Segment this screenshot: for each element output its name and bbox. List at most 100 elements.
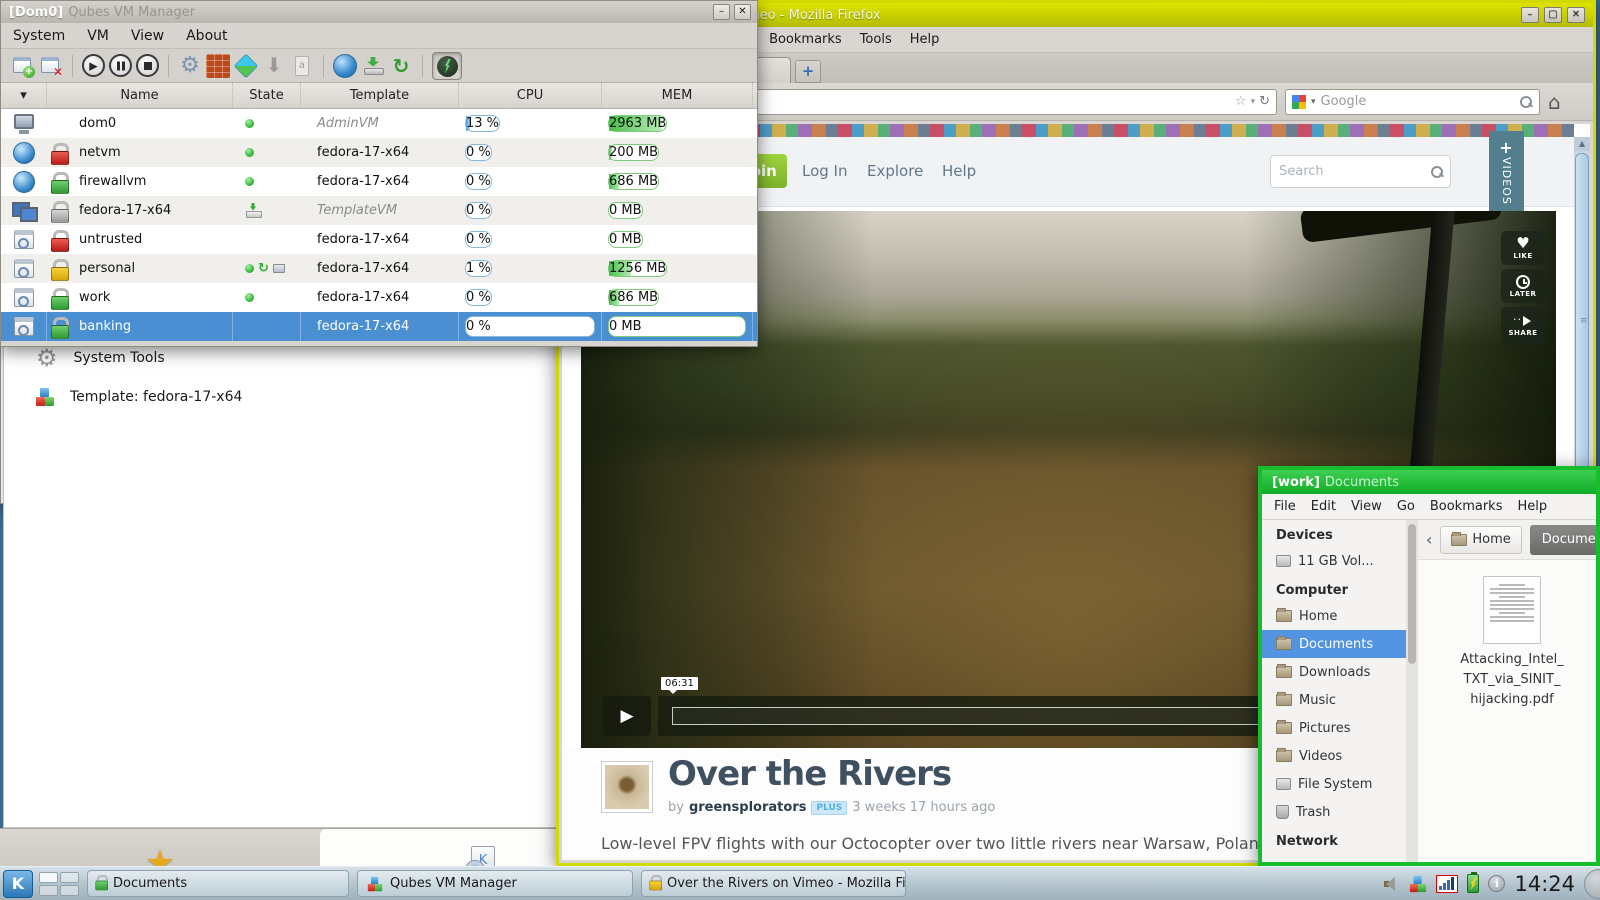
info-icon[interactable]: i <box>1488 875 1505 892</box>
table-row-personal[interactable]: personal ↻ fedora-17-x64 1 % 1256 MB <box>1 254 757 283</box>
task-vm-manager[interactable]: Qubes VM Manager <box>357 870 633 897</box>
file-item-pdf[interactable]: Attacking_Intel_ TXT_via_SINIT_ hijackin… <box>1442 576 1582 710</box>
pager-desktop-1[interactable] <box>39 872 58 883</box>
vm-manager-titlebar[interactable]: [Dom0] Qubes VM Manager – ✕ <box>1 1 757 23</box>
menu-edit[interactable]: Edit <box>1311 499 1336 514</box>
column-expand[interactable]: ▾ <box>1 83 47 109</box>
sidebar-item-music[interactable]: Music <box>1262 686 1406 714</box>
like-button[interactable]: ♥ LIKE <box>1501 231 1545 265</box>
search-engine-dropdown-icon[interactable]: ▾ <box>1311 97 1316 107</box>
menu-bookmarks[interactable]: Bookmarks <box>769 32 842 47</box>
scroll-up-icon[interactable]: ▲ <box>1574 137 1590 151</box>
table-row-netvm[interactable]: netvm fedora-17-x64 0 % 200 MB <box>1 138 757 167</box>
login-link[interactable]: Log In <box>802 162 848 180</box>
menu-tools[interactable]: Tools <box>860 32 892 47</box>
home-icon[interactable]: ⌂ <box>1548 90 1561 114</box>
menu-bookmarks[interactable]: Bookmarks <box>1430 499 1503 514</box>
backup-icon[interactable] <box>361 54 385 78</box>
menu-view[interactable]: View <box>131 28 164 44</box>
pager-desktop-2[interactable] <box>60 872 79 883</box>
menu-system[interactable]: System <box>13 28 65 44</box>
battery-icon[interactable] <box>1467 874 1479 893</box>
menu-help[interactable]: Help <box>910 32 940 47</box>
column-name[interactable]: Name <box>47 83 233 109</box>
table-row-dom0[interactable]: dom0 AdminVM 13 % 2963 MB <box>1 109 757 138</box>
vm-settings-icon[interactable]: ⚙ <box>178 54 202 78</box>
volume-icon[interactable] <box>1384 876 1400 892</box>
restore-icon[interactable]: ↻ <box>389 54 413 78</box>
column-cpu[interactable]: CPU <box>459 83 602 109</box>
url-bar[interactable]: ☆ ▾ ↻ <box>717 89 1277 115</box>
clock[interactable]: 14:24 <box>1514 872 1575 896</box>
videos-side-tab[interactable]: + VIDEOS <box>1489 131 1524 216</box>
sidebar-item-filesystem[interactable]: File System <box>1262 770 1406 798</box>
network-signal-icon[interactable] <box>1436 875 1458 893</box>
share-button[interactable]: SHARE <box>1501 307 1545 345</box>
play-button[interactable]: ▶ <box>603 696 651 736</box>
kde-launcher-button[interactable]: K <box>3 870 33 898</box>
sidebar-scrollbar[interactable] <box>1406 520 1418 862</box>
url-dropdown-icon[interactable]: ▾ <box>1251 97 1256 107</box>
table-row-fedora-17-x64[interactable]: fedora-17-x64 TemplateVM 0 % 0 MB <box>1 196 757 225</box>
watch-later-button[interactable]: LATER <box>1501 269 1545 303</box>
table-row-untrusted[interactable]: untrusted fedora-17-x64 0 % 0 MB <box>1 225 757 254</box>
sidebar-item-documents[interactable]: Documents <box>1262 630 1406 658</box>
reload-icon[interactable]: ↻ <box>1259 94 1270 109</box>
firewall-icon[interactable] <box>206 54 230 78</box>
menu-view[interactable]: View <box>1351 499 1382 514</box>
menu-go[interactable]: Go <box>1397 499 1415 514</box>
new-tab-button[interactable]: + <box>795 60 821 83</box>
qubes-tray-icon[interactable] <box>1410 875 1426 891</box>
column-template[interactable]: Template <box>301 83 459 109</box>
pause-vm-icon[interactable] <box>109 54 132 77</box>
author-avatar[interactable] <box>601 761 653 813</box>
maximize-icon[interactable]: ▢ <box>1544 7 1562 23</box>
vimeo-search-input[interactable]: Search <box>1270 155 1451 188</box>
menu-help[interactable]: Help <box>1517 499 1547 514</box>
table-row-banking-selected[interactable]: banking fedora-17-x64 0 % 0 MB <box>1 312 757 341</box>
column-mem[interactable]: MEM <box>602 83 753 109</box>
sidebar-item-pictures[interactable]: Pictures <box>1262 714 1406 742</box>
explore-link[interactable]: Explore <box>867 162 923 180</box>
scrollbar-thumb[interactable]: ≡ <box>1575 153 1589 493</box>
desktop-pager[interactable] <box>39 872 79 896</box>
scrollbar-thumb[interactable] <box>1408 524 1416 664</box>
breadcrumb-current-button[interactable]: Documents <box>1530 525 1596 555</box>
vimeo-search-icon[interactable] <box>1430 165 1444 179</box>
create-vm-icon[interactable] <box>11 54 35 78</box>
pager-desktop-4[interactable] <box>60 885 79 896</box>
sidebar-item-downloads[interactable]: Downloads <box>1262 658 1406 686</box>
breadcrumb-home-button[interactable]: Home <box>1440 526 1521 554</box>
network-view-toggle-icon[interactable] <box>432 52 462 80</box>
column-state[interactable]: State <box>233 83 301 109</box>
sidebar-item-videos[interactable]: Videos <box>1262 742 1406 770</box>
author-link[interactable]: greensplorators <box>689 800 807 815</box>
file-manager-titlebar[interactable]: [work] Documents <box>1262 470 1596 494</box>
back-chevron-icon[interactable]: ‹ <box>1426 530 1432 549</box>
close-icon[interactable]: ✕ <box>734 4 751 20</box>
global-settings-icon[interactable] <box>333 54 357 78</box>
close-icon[interactable]: ✕ <box>1567 7 1585 23</box>
clock-widget-icon[interactable] <box>1584 869 1600 899</box>
shutdown-vm-icon[interactable] <box>136 54 159 77</box>
menu-vm[interactable]: VM <box>87 28 109 44</box>
task-firefox[interactable]: Over the Rivers on Vimeo - Mozilla Firef <box>641 870 906 897</box>
vimeo-help-link[interactable]: Help <box>942 162 976 180</box>
sidebar-item-home[interactable]: Home <box>1262 602 1406 630</box>
remove-vm-icon[interactable] <box>39 54 63 78</box>
search-bar[interactable]: ▾ Google <box>1285 89 1540 115</box>
search-go-icon[interactable] <box>1519 95 1533 109</box>
appmenus-icon[interactable] <box>234 53 258 77</box>
sidebar-item-volume[interactable]: 11 GB Vol... <box>1262 547 1406 575</box>
minimize-icon[interactable]: – <box>1521 7 1539 23</box>
menu-about[interactable]: About <box>186 28 227 44</box>
sidebar-item-trash[interactable]: Trash <box>1262 798 1406 826</box>
task-documents[interactable]: Documents <box>87 870 349 897</box>
menu-file[interactable]: File <box>1274 499 1296 514</box>
minimize-icon[interactable]: – <box>713 4 730 20</box>
start-vm-icon[interactable]: ▶ <box>82 54 105 77</box>
table-row-work[interactable]: work fedora-17-x64 0 % 686 MB <box>1 283 757 312</box>
pager-desktop-3[interactable] <box>39 885 58 896</box>
bookmark-star-icon[interactable]: ☆ <box>1235 94 1247 109</box>
table-row-firewallvm[interactable]: firewallvm fedora-17-x64 0 % 686 MB <box>1 167 757 196</box>
